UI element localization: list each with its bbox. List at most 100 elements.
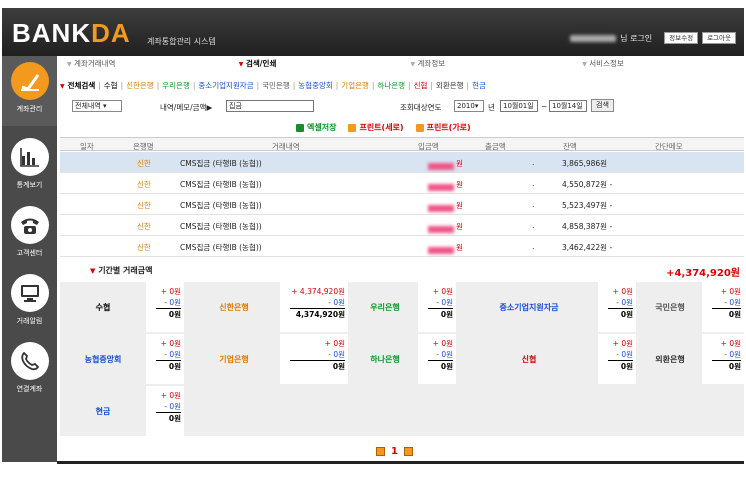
tab-search-print[interactable]: ▼ 검색/인쇄 (229, 58, 401, 72)
summary-minus: - 0원 (724, 350, 741, 359)
edit-info-button[interactable]: 정보수정 (664, 32, 699, 44)
summary-minus: - 0원 (616, 298, 633, 307)
withdrawal-amount: . (532, 179, 535, 188)
excel-icon (296, 123, 304, 132)
summary-net: 0원 (428, 308, 453, 320)
search-button[interactable]: 검색 (591, 99, 614, 112)
summary-bank-values: + 0원 - 0원 0원 (598, 334, 636, 384)
summary-bank-values: + 0원 - 0원 0원 (418, 334, 456, 384)
summary-net: 4,374,920원 (290, 308, 345, 320)
year-select[interactable]: 2010▾ (454, 100, 484, 112)
period-label: 조회대상연도 (400, 103, 442, 112)
next-page-button[interactable] (403, 447, 413, 456)
summary-grid: 수협 + 0원 - 0원 0원 신한은행 + 4,374,920원 - 0원 4,374,92… (60, 282, 744, 436)
balance-amount: 5,523,497원 - (562, 201, 613, 210)
bank-filter-links: ▼ 전체검색 | 수협 | 신한은행 | 우리은행 | 중소기업지원자금 | 국민은행 | 농협중앙회 | 기… (60, 80, 489, 91)
summary-minus: - 0원 (328, 350, 345, 359)
summary-minus: - 0원 (436, 298, 453, 307)
prev-page-button[interactable] (376, 447, 385, 456)
table-row[interactable]: 신한 CMS집금 (타행IB (농협)) 원. 3,462,422원 - (60, 236, 744, 257)
balance-amount: 4,858,387원 - (562, 222, 613, 231)
print-landscape-button[interactable]: 프린트(가로) (415, 122, 471, 133)
bank-link[interactable]: 우리은행 (162, 81, 190, 90)
summary-plus: + 0원 (432, 287, 453, 296)
withdrawal-amount: . (532, 221, 535, 230)
divider: | (430, 81, 433, 90)
summary-minus: - 0원 (164, 350, 181, 359)
sidebar-label: 거래알림 (16, 317, 43, 325)
current-page[interactable]: 1 (391, 446, 398, 457)
bank-name: 신한 (137, 243, 151, 252)
app-root: BANKDA 계좌통합관리 시스템 님 로그인 정보수정 로그아웃 계좌관리 통… (0, 0, 746, 482)
col-date: 일자 (80, 142, 94, 151)
summary-net: 0원 (290, 360, 345, 372)
summary-minus: - 0원 (436, 350, 453, 359)
bank-link[interactable]: 현금 (472, 81, 486, 90)
sidebar-item-linked-account[interactable]: 연결계좌 (2, 336, 57, 406)
sidebar-item-customer-center[interactable]: 고객센터 (2, 200, 57, 270)
bank-link[interactable]: 기업은행 (341, 81, 369, 90)
bank-link[interactable]: 외환은행 (436, 81, 464, 90)
summary-total: +4,374,920원 (666, 268, 740, 279)
summary-title: ▼ 기간별 거래금액 (90, 266, 153, 275)
bank-link[interactable]: 중소기업지원자금 (198, 81, 253, 90)
bank-link[interactable]: 하나은행 (377, 81, 405, 90)
summary-bank-name: 외환은행 (655, 354, 685, 364)
withdrawal-amount: . (532, 242, 535, 251)
search-input[interactable]: 집금 (226, 100, 314, 112)
deposit-unit: 원 (456, 180, 463, 189)
bank-link[interactable]: 국민은행 (262, 81, 290, 90)
date-from-input[interactable]: 10월01일 (500, 100, 538, 112)
bank-link[interactable]: 신협 (414, 81, 428, 90)
summary-plus: + 0원 (612, 339, 633, 348)
summary-plus: + 0원 (612, 287, 633, 296)
tab-service-info[interactable]: ▼ 서비스정보 (572, 58, 744, 72)
printer-icon (348, 123, 357, 132)
col-balance: 잔액 (563, 142, 577, 151)
summary-net: 0원 (156, 412, 181, 424)
tab-transaction-history[interactable]: ▼ 계좌거래내역 (57, 58, 229, 72)
transaction-desc: CMS집금 (타행IB (농협)) (180, 159, 262, 168)
bank-link[interactable]: 수협 (104, 81, 118, 90)
summary-plus: + 0원 (160, 339, 181, 348)
date-to-input[interactable]: 10월14일 (549, 100, 587, 112)
summary-net: 0원 (156, 308, 181, 320)
summary-bank-name: 신한은행 (219, 302, 249, 312)
excel-save-button[interactable]: 엑셀저장 (296, 122, 336, 133)
table-row[interactable]: 신한 CMS집금 (타행IB (농협)) 원. 4,858,387원 - (60, 215, 744, 236)
divider: | (256, 81, 260, 90)
login-status: 님 로그인 (620, 33, 653, 43)
search-type-select[interactable]: 전체내역 ▾ (72, 100, 122, 112)
bank-link[interactable]: 농협중앙회 (298, 81, 333, 90)
table-row[interactable]: 신한 CMS집금 (타행IB (농협)) 원. 4,550,872원 - (60, 173, 744, 194)
bank-link[interactable]: 전체검색 (68, 81, 96, 90)
sidebar: 계좌관리 통계보기 고객센터 거래알림 연결계좌 (2, 56, 57, 462)
tab-account-info[interactable]: ▼ 계좌정보 (401, 58, 573, 72)
divider: | (371, 81, 375, 90)
table-row[interactable]: 신한 CMS집금 (타행IB (농협)) 원. 3,865,986원 (60, 152, 744, 173)
year-suffix: 년 (488, 103, 495, 112)
transaction-desc: CMS집금 (타행IB (농협)) (180, 243, 262, 252)
bank-link[interactable]: 신한은행 (126, 81, 154, 90)
summary-bank-values: + 0원 - 0원 0원 (280, 334, 348, 384)
phone-handset-icon (10, 342, 49, 380)
col-deposit: 입금액 (418, 142, 439, 151)
sidebar-item-statistics[interactable]: 통계보기 (2, 132, 57, 202)
checkbox-icon[interactable] (62, 102, 70, 110)
main-nav: ▼ 계좌거래내역 ▼ 검색/인쇄 ▼ 계좌정보 ▼ 서비스정보 (57, 58, 744, 72)
sidebar-item-transaction-alert[interactable]: 거래알림 (2, 268, 57, 338)
deposit-unit: 원 (456, 222, 463, 231)
sidebar-item-account-management[interactable]: 계좌관리 (2, 56, 57, 126)
bankda-logo[interactable]: BANKDA (12, 18, 131, 49)
table-row[interactable]: 신한 CMS집금 (타행IB (농협)) 원. 5,523,497원 - (60, 194, 744, 215)
divider: | (335, 81, 339, 90)
system-title: 계좌통합관리 시스템 (147, 37, 216, 46)
print-portrait-button[interactable]: 프린트(세로) (348, 122, 404, 133)
summary-bank-name: 현금 (95, 406, 111, 416)
sidebar-label: 연결계좌 (16, 385, 43, 393)
printer-icon (415, 123, 424, 132)
logout-button[interactable]: 로그아웃 (702, 32, 736, 44)
telephone-icon (10, 206, 49, 244)
summary-bank-name: 수협 (95, 302, 111, 312)
summary-bank-name: 중소기업지원자금 (499, 302, 559, 312)
